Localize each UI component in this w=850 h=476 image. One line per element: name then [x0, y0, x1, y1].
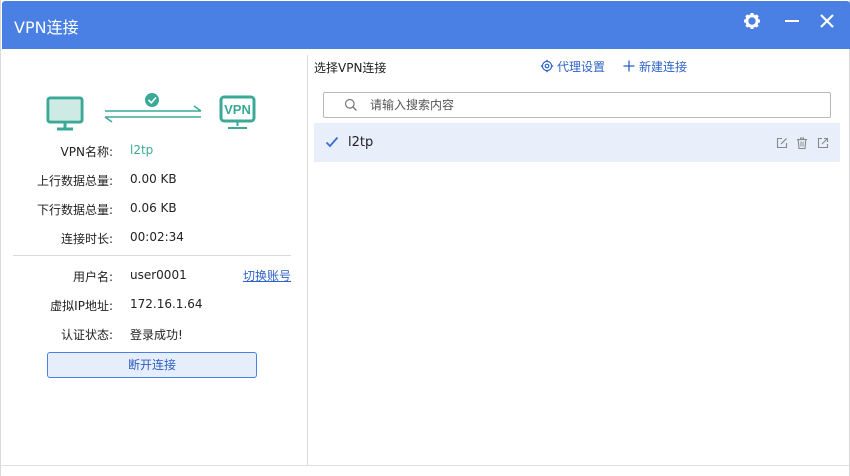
auth-status-label: 认证状态:: [60, 328, 113, 342]
edit-icon[interactable]: [776, 137, 788, 149]
panel-divider: [307, 55, 308, 465]
username-value: user0001: [130, 268, 187, 282]
vpn-name-label: VPN名称:: [60, 145, 113, 159]
search-icon: [344, 98, 357, 111]
window-title: VPN连接: [14, 18, 79, 37]
auth-status-value: 登录成功!: [130, 328, 183, 342]
username-label: 用户名:: [72, 270, 113, 284]
duration-label: 连接时长:: [60, 232, 113, 246]
export-icon[interactable]: [817, 137, 829, 149]
vpn-window: VPN连接 VPN VPN名称: l2tp 上行数据总量: 0.00 KB 下行…: [0, 0, 850, 476]
proxy-settings-label: 代理设置: [557, 60, 606, 74]
connection-diagram: VPN: [46, 93, 256, 131]
new-connection-label: 新建连接: [639, 60, 688, 74]
upload-label: 上行数据总量:: [36, 174, 113, 188]
virtual-ip-value: 172.16.1.64: [130, 297, 203, 311]
selected-check-icon: [325, 136, 339, 148]
switch-account-link[interactable]: 切换账号: [243, 267, 291, 284]
virtual-ip-label: 虚拟IP地址:: [50, 299, 113, 313]
connection-list-item[interactable]: l2tp: [314, 123, 840, 162]
connection-list-title: 选择VPN连接: [314, 61, 387, 75]
proxy-settings-button[interactable]: 代理设置: [540, 58, 605, 75]
minimize-icon[interactable]: [782, 11, 802, 31]
download-label: 下行数据总量:: [36, 203, 113, 217]
proxy-gear-icon: [540, 59, 554, 73]
plus-icon: [623, 60, 635, 72]
disconnect-button[interactable]: 断开连接: [47, 352, 257, 378]
vpn-name-value: l2tp: [130, 143, 154, 157]
close-icon[interactable]: [817, 11, 837, 31]
delete-icon[interactable]: [796, 137, 808, 149]
vpn-server-icon: VPN: [219, 95, 256, 129]
computer-icon: [46, 96, 84, 131]
svg-text:VPN: VPN: [224, 102, 251, 117]
section-divider: [13, 255, 291, 256]
transfer-arrows-icon: [104, 105, 202, 123]
duration-value: 00:02:34: [130, 230, 184, 244]
upload-value: 0.00 KB: [130, 172, 177, 186]
search-input[interactable]: [368, 96, 812, 114]
search-box: [323, 92, 831, 118]
title-bar: VPN连接: [2, 1, 850, 49]
connection-name: l2tp: [348, 135, 374, 150]
new-connection-button[interactable]: 新建连接: [623, 58, 687, 75]
download-value: 0.06 KB: [130, 201, 177, 215]
settings-gear-icon[interactable]: [742, 11, 762, 31]
window-bottom-border: [1, 465, 850, 466]
connected-check-icon: [145, 93, 159, 107]
